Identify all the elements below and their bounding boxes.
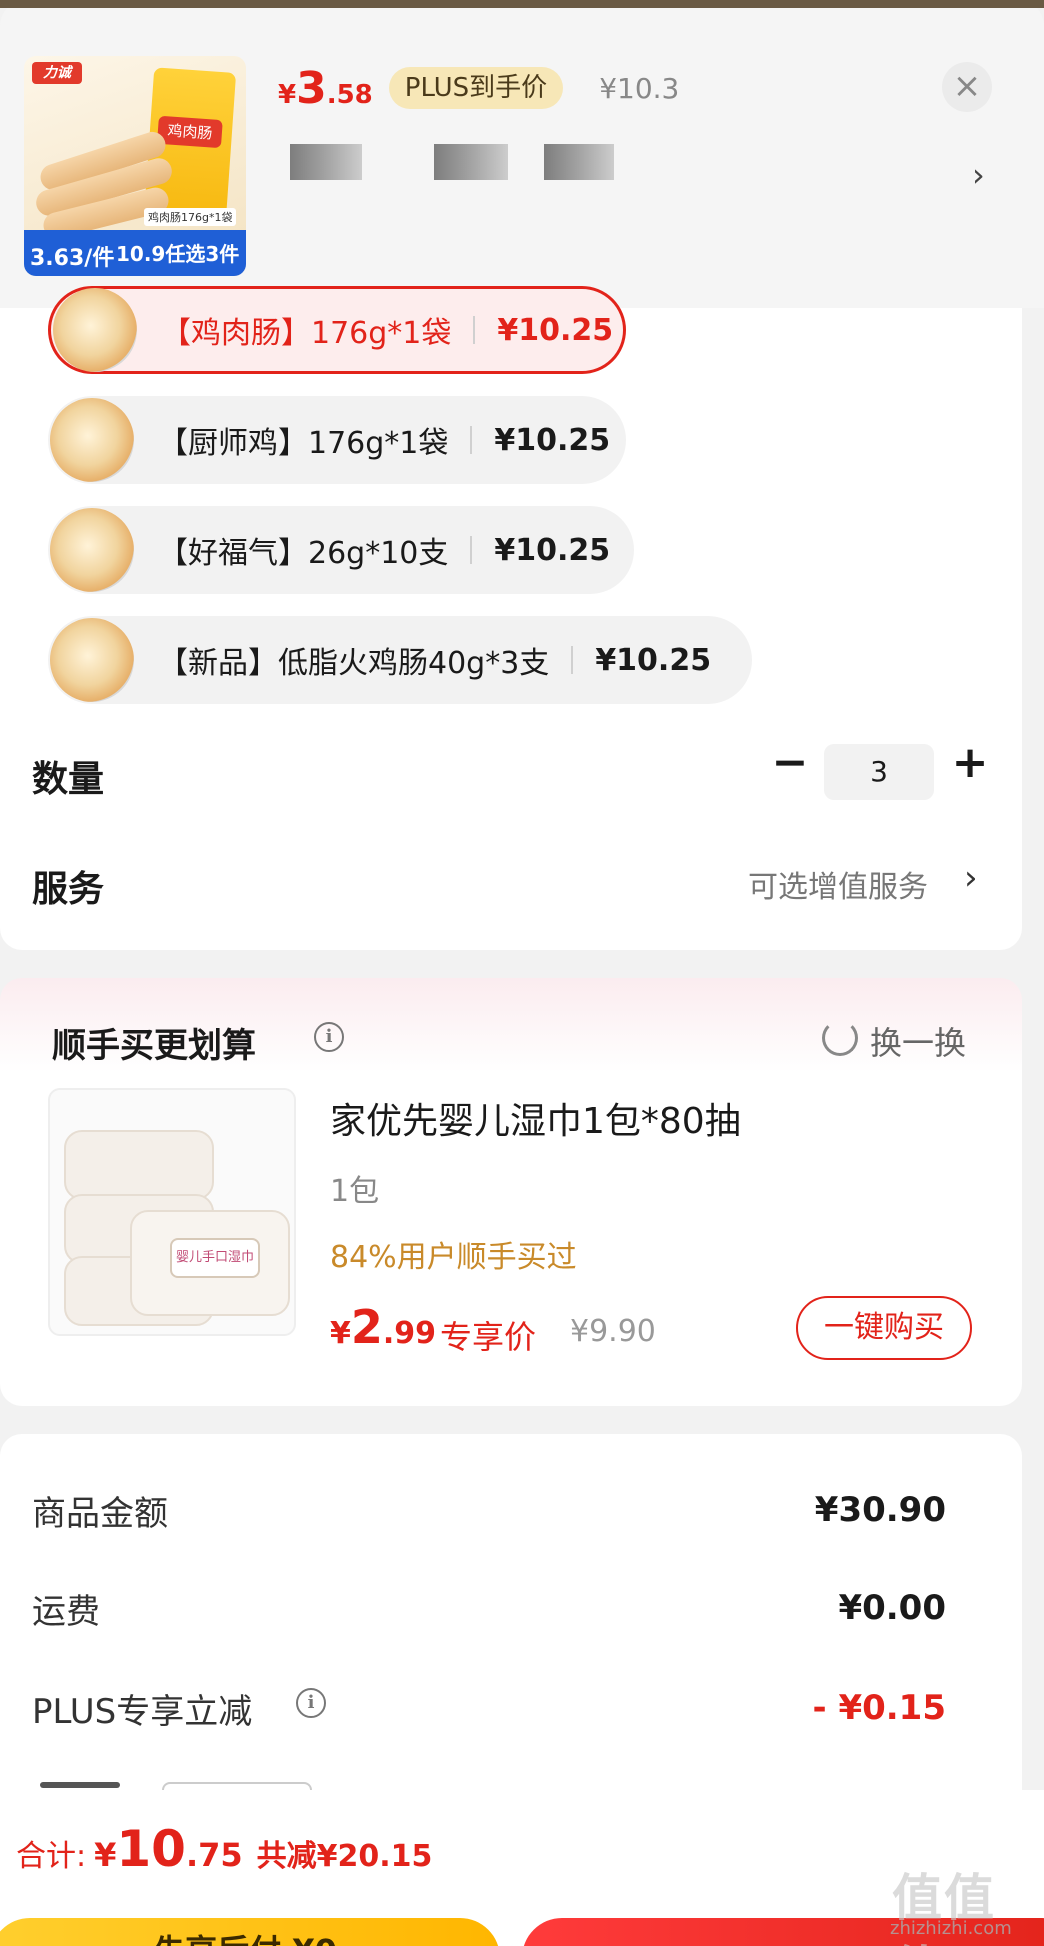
close-icon: × — [952, 66, 982, 106]
price-symbol: ¥ — [94, 1836, 117, 1874]
addon-spec: 1包 — [330, 1174, 380, 1209]
blurred-text — [290, 144, 362, 180]
variant-chip[interactable]: 【厨师鸡】176g*1袋 ¥10.25 — [48, 396, 626, 484]
watermark-url: zhizhizhi.com — [890, 1918, 1012, 1939]
blurred-text — [544, 144, 614, 180]
summary-value: ¥0.00 — [838, 1588, 946, 1628]
summary-value: - ¥0.15 — [812, 1688, 947, 1728]
summary-label: 商品金额 — [32, 1494, 168, 1534]
refresh-button[interactable]: 换一换 — [870, 1018, 966, 1064]
addon-product-name[interactable]: 家优先婴儿湿巾1包*80抽 — [330, 1092, 741, 1144]
product-header: 力诚 鸡肉肠 鸡肉肠176g*1袋 3.63/件 10.9任选3件 ¥ 3 .5… — [0, 0, 1044, 308]
variant-name: 【厨师鸡】176g*1袋 — [158, 426, 449, 461]
price-integer: 10 — [116, 1820, 186, 1878]
addon-title: 顺手买更划算 — [52, 1026, 256, 1066]
promo-bar: 鸡肉肠176g*1袋 3.63/件 10.9任选3件 — [24, 208, 246, 276]
addon-original-price: ¥9.90 — [570, 1314, 656, 1349]
total-saved: 共减¥20.15 — [256, 1839, 433, 1874]
product-thumbnail[interactable]: 力诚 鸡肉肠 鸡肉肠176g*1袋 3.63/件 10.9任选3件 — [24, 56, 246, 276]
divider — [473, 316, 476, 344]
summary-label: PLUS专享立减 — [32, 1692, 253, 1732]
brand-logo: 力诚 — [32, 62, 82, 84]
plus-price-badge: PLUS到手价 — [388, 67, 564, 109]
price-decimal: .75 — [185, 1836, 243, 1874]
variant-thumbnail — [50, 398, 134, 482]
service-value[interactable]: 可选增值服务 — [748, 862, 928, 906]
addon-price-label: 专享价 — [440, 1318, 537, 1356]
wipes-pack-shape — [64, 1130, 214, 1200]
package-label: 鸡肉肠 — [157, 115, 223, 149]
promo-mini-label: 鸡肉肠176g*1袋 — [144, 208, 237, 226]
addon-product-image[interactable]: 婴儿手口湿巾 — [48, 1088, 296, 1336]
partially-hidden-row — [40, 1782, 120, 1788]
quantity-decrement-button[interactable]: − — [770, 740, 810, 790]
quantity-increment-button[interactable]: + — [950, 740, 990, 790]
price-integer: 2 — [350, 1300, 383, 1354]
summary-value: ¥30.90 — [814, 1490, 946, 1530]
price-symbol: ¥ — [278, 79, 297, 110]
total-price: 合计: ¥ 10 .75 共减¥20.15 — [16, 1820, 432, 1878]
info-icon[interactable]: i — [314, 1022, 344, 1052]
summary-label: 运费 — [32, 1592, 100, 1632]
one-click-buy-button[interactable]: 一键购买 — [796, 1296, 972, 1360]
pay-later-button[interactable]: 先享后付 ¥0 — [0, 1918, 500, 1946]
variant-price: ¥10.25 — [494, 532, 611, 568]
variant-chip[interactable]: 【好福气】26g*10支 ¥10.25 — [48, 506, 634, 594]
current-price: ¥ 3 .58 — [278, 63, 373, 114]
variant-price: ¥10.25 — [494, 422, 611, 458]
wipes-label: 婴儿手口湿巾 — [170, 1238, 260, 1278]
top-edge-strip — [0, 0, 1044, 8]
variant-thumbnail — [50, 508, 134, 592]
variant-name: 【鸡肉肠】176g*1袋 — [161, 316, 452, 351]
price-row: ¥ 3 .58 PLUS到手价 ¥10.3 — [278, 62, 679, 114]
total-label: 合计: — [16, 1839, 87, 1874]
service-label: 服务 — [32, 869, 105, 910]
chevron-right-icon[interactable]: › — [972, 156, 985, 194]
variant-thumbnail — [53, 288, 137, 372]
chevron-right-icon[interactable]: › — [964, 858, 978, 898]
info-icon[interactable]: i — [296, 1688, 326, 1718]
original-price: ¥10.3 — [599, 71, 680, 105]
price-decimal: .99 — [382, 1316, 437, 1351]
quantity-label: 数量 — [32, 759, 105, 800]
divider — [571, 646, 574, 674]
variant-chip[interactable]: 【新品】低脂火鸡肠40g*3支 ¥10.25 — [48, 616, 752, 704]
variant-name: 【新品】低脂火鸡肠40g*3支 — [158, 646, 550, 681]
close-button[interactable]: × — [942, 62, 992, 112]
addon-price: ¥ 2 .99 — [330, 1300, 436, 1354]
price-decimal: .58 — [326, 79, 373, 110]
variant-thumbnail — [50, 618, 134, 702]
promo-unit-price: 3.63/件 — [30, 246, 115, 271]
refresh-icon[interactable] — [822, 1020, 858, 1056]
variant-chip[interactable]: 【鸡肉肠】176g*1袋 ¥10.25 — [48, 286, 626, 374]
variant-name: 【好福气】26g*10支 — [158, 536, 449, 571]
price-integer: 3 — [296, 62, 327, 114]
divider — [470, 426, 473, 454]
promo-text: 10.9任选3件 — [116, 242, 240, 266]
divider — [470, 536, 473, 564]
variant-price: ¥10.25 — [497, 312, 614, 348]
price-symbol: ¥ — [330, 1316, 351, 1351]
blurred-text — [434, 144, 508, 180]
addon-social-proof: 84%用户顺手买过 — [330, 1240, 577, 1275]
variant-price: ¥10.25 — [595, 642, 712, 678]
quantity-input[interactable]: 3 — [824, 744, 934, 800]
